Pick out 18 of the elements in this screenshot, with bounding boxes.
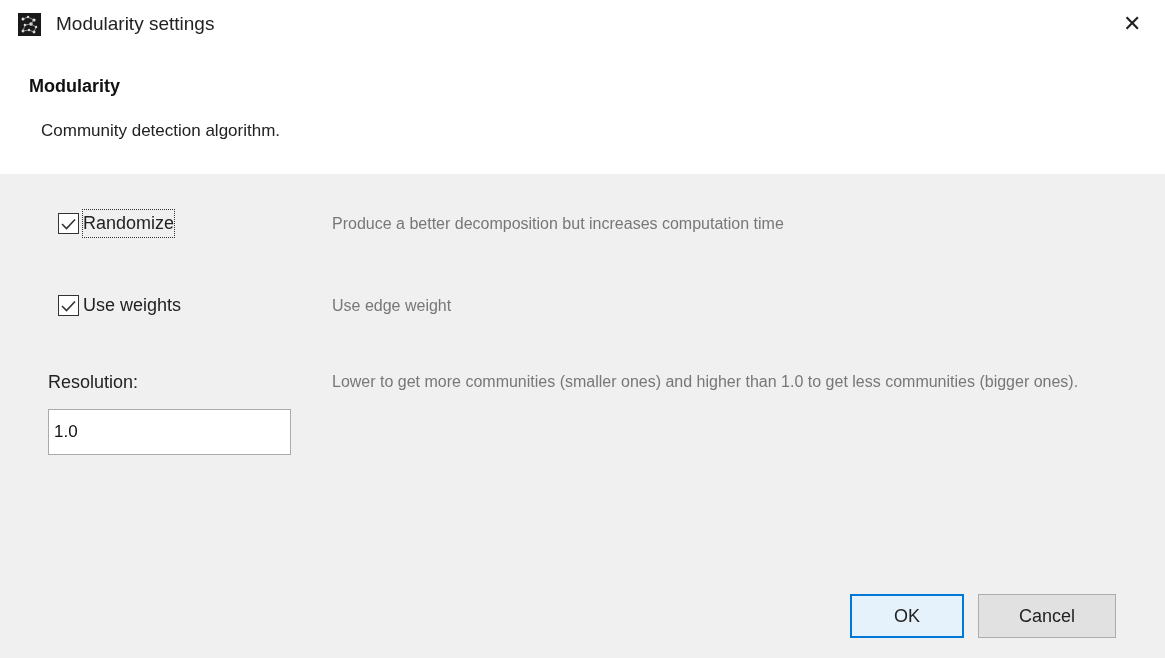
app-icon	[18, 12, 41, 36]
checkbox[interactable]	[58, 213, 79, 234]
dialog-button[interactable]: Cancel	[978, 594, 1116, 638]
option-description: Produce a better decomposition but increases computation time	[332, 213, 784, 234]
checkmark-icon	[61, 217, 76, 230]
checkbox-label[interactable]: Randomize	[58, 210, 175, 237]
field-label: Resolution:	[48, 370, 140, 394]
input-field[interactable]: 1.0	[48, 408, 291, 455]
checkbox-label[interactable]: Use weights	[58, 292, 182, 319]
checkbox[interactable]	[58, 295, 79, 316]
option-description: Lower to get more communities (smaller ones) and higher than 1.0 to get less communities (bigger ones).	[332, 371, 1079, 392]
close-button[interactable]: ✕	[1119, 13, 1145, 35]
section-title: Modularity	[29, 75, 121, 98]
dialog-button[interactable]: OK	[850, 594, 964, 638]
checkmark-icon	[61, 299, 76, 312]
option-description: Use edge weight	[332, 295, 452, 316]
window-title: Modularity settings	[56, 11, 215, 36]
section-subtitle: Community detection algorithm.	[41, 120, 282, 142]
